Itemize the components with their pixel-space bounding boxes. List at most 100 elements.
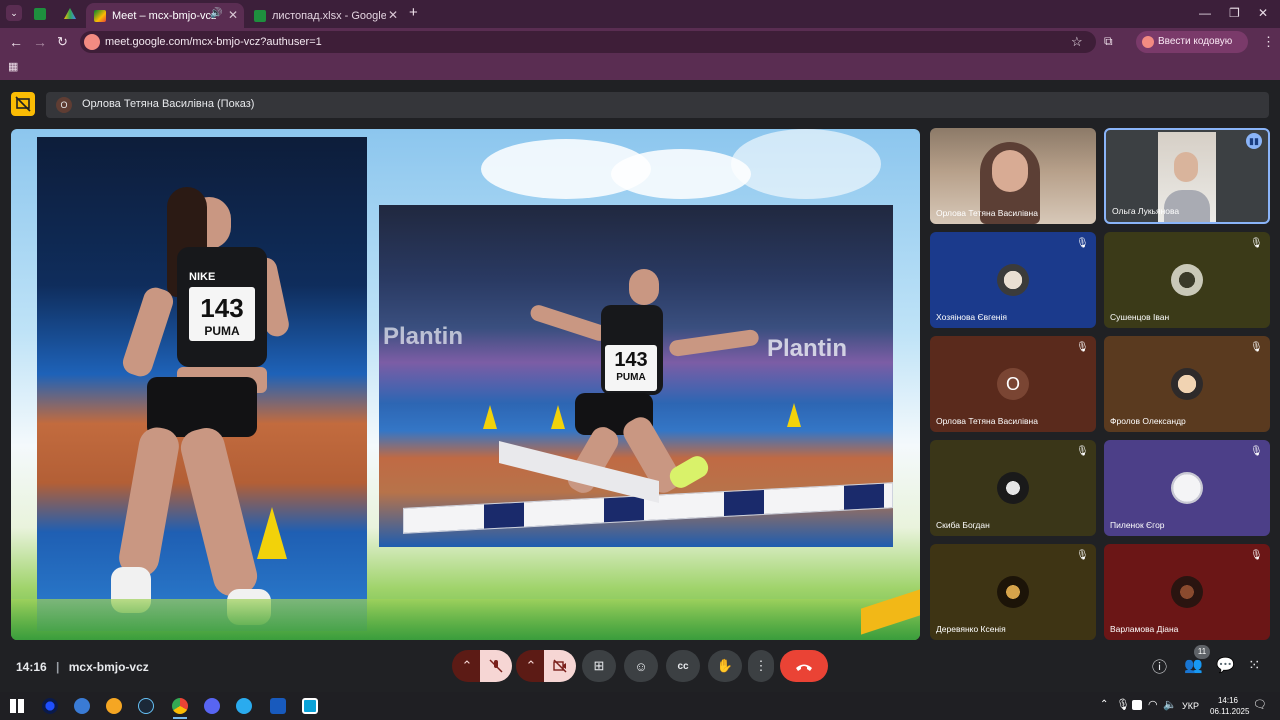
participant-tile[interactable]: 🎙 Хозяінова Євгенія [930,232,1096,328]
clock[interactable]: 14:16 06.11.2025 [1210,695,1250,717]
participant-initial: О [997,368,1029,400]
keyboard-language[interactable]: УКР [1182,701,1199,711]
hurdler-arm [528,303,610,343]
cone-shape [787,403,801,427]
chat-icon[interactable]: 💬 [1216,656,1235,674]
tab-sheets-title: листопад.xlsx - Google Таблиц [272,9,386,22]
participant-avatar [1171,472,1203,504]
close-window-icon[interactable]: ✕ [1258,6,1268,20]
participant-tile[interactable]: 🎙 Деревянко Ксенія [930,544,1096,640]
tray-mic-icon[interactable]: 🎙 [1116,698,1130,711]
presenter-label: Орлова Тетяна Василівна (Показ) [82,98,255,110]
runner-leg [177,424,261,600]
back-icon[interactable]: ← [9,34,23,50]
chrome-icon[interactable] [172,698,188,714]
presentation-icon[interactable] [11,92,35,116]
close-tab-icon[interactable]: ✕ [388,8,398,22]
meeting-details-icon[interactable]: ⓘ [1152,656,1167,677]
activities-icon[interactable]: ⁙ [1248,656,1261,674]
mic-toggle-button[interactable] [480,650,512,682]
captions-button[interactable]: cc [666,650,700,682]
participant-tile[interactable]: 🎙 Скиба Богдан [930,440,1096,536]
notifications-icon[interactable]: 🗨 [1253,698,1267,711]
participant-face [992,150,1028,192]
mic-off-icon: 🎙 [1076,238,1089,249]
wifi-icon[interactable]: ◠ [1148,698,1158,711]
taskbar: ⌃ 🎙 ◠ 🔈 УКР 14:16 06.11.2025 🗨 [0,692,1280,720]
participant-tile[interactable]: ▮▮ Ольга Лукьянова [1104,128,1270,224]
app-icon[interactable] [302,698,318,714]
profile-icon [1142,36,1154,48]
cone-shape [483,405,497,429]
hurdler-arm [668,328,760,358]
reactions-button[interactable]: ☺ [624,650,658,682]
participant-name: Скиба Богдан [936,520,990,530]
participant-avatar [997,576,1029,608]
participant-name: Сушенцов Іван [1110,312,1170,322]
participant-tile[interactable]: 🎙 О Орлова Тетяна Василівна [930,336,1096,432]
browser-toolbar: ← → ↻ meet.google.com/mcx-bmjo-vcz?authu… [0,28,1280,69]
tray-app-icon[interactable] [1132,700,1142,710]
participant-avatar [1171,576,1203,608]
tab-meet[interactable]: Meet – mcx-bmjo-vcz 🔊 ✕ [86,3,244,28]
browser-tab-bar: ⌄ Meet – mcx-bmjo-vcz 🔊 ✕ листопад.xlsx … [0,0,1280,28]
bookmark-star-icon[interactable]: ☆ [1071,34,1083,50]
passkey-button[interactable]: Ввести кодовую фразу [1136,31,1248,69]
address-bar[interactable]: meet.google.com/mcx-bmjo-vcz?authuser=1 … [80,31,1096,53]
url-text: meet.google.com/mcx-bmjo-vcz?authuser=1 [105,36,322,48]
participant-tile[interactable]: 🎙 Сушенцов Іван [1104,232,1270,328]
minimize-icon[interactable]: — [1199,6,1211,20]
bib-brand: PUMA [204,324,240,338]
app-icon[interactable] [74,698,90,714]
word-icon[interactable] [270,698,286,714]
restore-icon[interactable]: ❐ [1229,6,1240,20]
audio-options-button[interactable]: ⌃ [452,650,482,682]
forward-icon[interactable]: → [33,34,47,50]
participant-tile[interactable]: 🎙 Пиленок Єгор [1104,440,1270,536]
present-screen-button[interactable]: ⊞ [582,650,616,682]
mic-in-use-icon[interactable] [84,34,100,50]
participant-tile[interactable]: 🎙 Фролов Олександр [1104,336,1270,432]
participant-name: Деревянко Ксенія [936,624,1006,634]
reload-icon[interactable]: ↻ [57,34,68,50]
discord-icon[interactable] [204,698,220,714]
close-tab-icon[interactable]: ✕ [228,8,238,22]
extensions-icon[interactable]: ⧉ [1104,34,1113,49]
participant-face [1174,152,1198,182]
participant-tile[interactable]: Орлова Тетяна Василівна [930,128,1096,224]
app-icon[interactable] [106,698,122,714]
mic-off-icon [489,659,503,673]
app-icon[interactable] [42,698,58,714]
tab-search-button[interactable]: ⌄ [6,5,22,21]
raise-hand-button[interactable]: ✋ [708,650,742,682]
leave-call-button[interactable] [780,650,828,682]
browser-menu-icon[interactable]: ⋮ [1262,34,1275,50]
meet-window: О Орлова Тетяна Василівна (Показ) 143 PU… [0,80,1280,692]
mic-off-icon: 🎙 [1250,550,1263,561]
hurdler-head [629,269,659,305]
participant-name: Пиленок Єгор [1110,520,1165,530]
tab-sheets[interactable]: листопад.xlsx - Google Таблиц ✕ [246,3,404,28]
steam-icon[interactable] [138,698,154,714]
new-tab-icon[interactable]: + [409,4,418,21]
meeting-info: 14:16 | mcx-bmjo-vcz [16,660,149,674]
bookmarks-bar: ▦ [0,56,1280,80]
pinned-tab-sheets[interactable] [34,8,46,20]
phone-hangup-icon [796,664,812,671]
pinned-tab-drive[interactable] [64,8,76,19]
participant-name: Хозяінова Євгенія [936,312,1007,322]
start-icon[interactable] [10,699,24,713]
clock-date: 06.11.2025 [1210,707,1250,716]
apps-grid-icon[interactable]: ▦ [8,60,18,73]
camera-toggle-button[interactable] [544,650,576,682]
participant-tile[interactable]: 🎙 Варламова Діана [1104,544,1270,640]
slide-grass [11,599,920,640]
volume-icon[interactable]: 🔈 [1163,698,1177,711]
runner-arm [119,284,177,380]
telegram-icon[interactable] [236,698,252,714]
cloud-shape [731,129,881,199]
meeting-time: 14:16 [16,660,47,674]
tray-chevron-icon[interactable]: ⌃ [1100,699,1108,710]
video-options-button[interactable]: ⌃ [516,650,546,682]
more-options-button[interactable]: ⋮ [748,650,774,682]
